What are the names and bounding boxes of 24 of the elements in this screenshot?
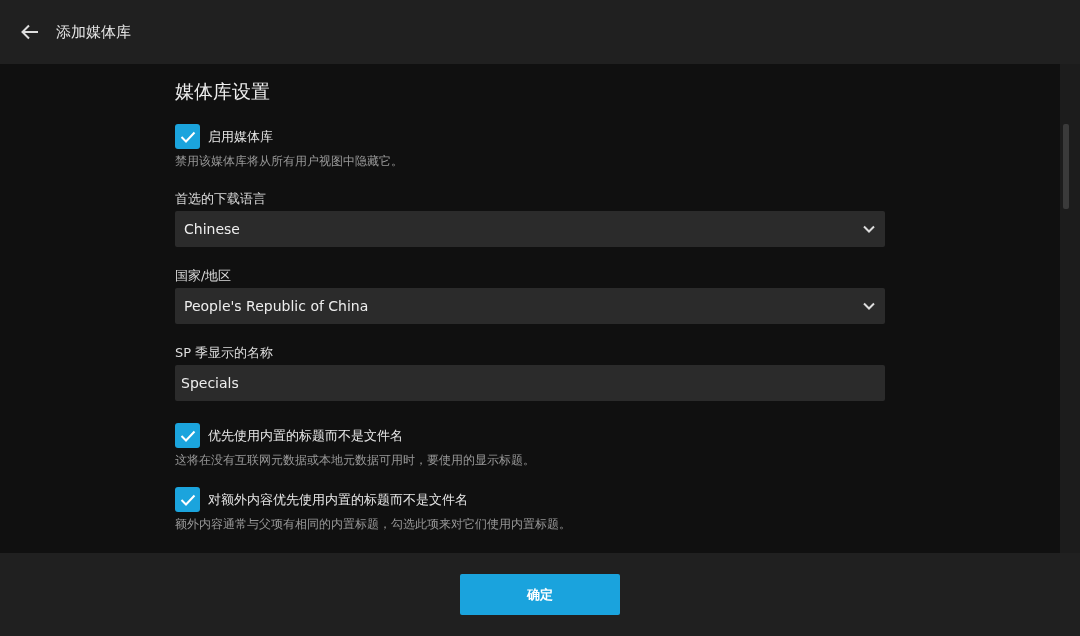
field-description: 额外内容通常与父项有相同的内置标题，勾选此项来对它们使用内置标题。 (175, 516, 572, 533)
field-label: 国家/地区 (175, 267, 233, 285)
checkbox[interactable] (175, 423, 200, 448)
page-title: 添加媒体库 (56, 22, 131, 42)
checkmark-icon (179, 130, 196, 143)
field-description: 这将在没有互联网元数据或本地元数据可用时，要使用的显示标题。 (175, 452, 536, 469)
dropdown-field[interactable]: Chinese (175, 211, 885, 247)
checkmark-icon (179, 493, 196, 506)
field-label: SP 季显示的名称 (175, 344, 275, 362)
back-icon[interactable] (21, 24, 39, 40)
checkbox-label: 优先使用内置的标题而不是文件名 (208, 426, 403, 445)
dropdown-field[interactable]: People's Republic of China (175, 288, 885, 324)
scrollbar-thumb[interactable] (1063, 124, 1069, 209)
input-field[interactable]: Specials (175, 365, 885, 401)
field-description: 禁用该媒体库将从所有用户视图中隐藏它。 (175, 153, 404, 170)
field-label: 首选的下载语言 (175, 190, 267, 208)
checkbox-label: 对额外内容优先使用内置的标题而不是文件名 (208, 490, 468, 509)
section-title: 媒体库设置 (175, 79, 271, 104)
checkmark-icon (179, 429, 196, 442)
chevron-down-icon (863, 225, 875, 233)
checkbox[interactable] (175, 124, 200, 149)
checkbox-label: 启用媒体库 (208, 127, 273, 146)
chevron-down-icon (863, 302, 875, 310)
checkbox[interactable] (175, 487, 200, 512)
